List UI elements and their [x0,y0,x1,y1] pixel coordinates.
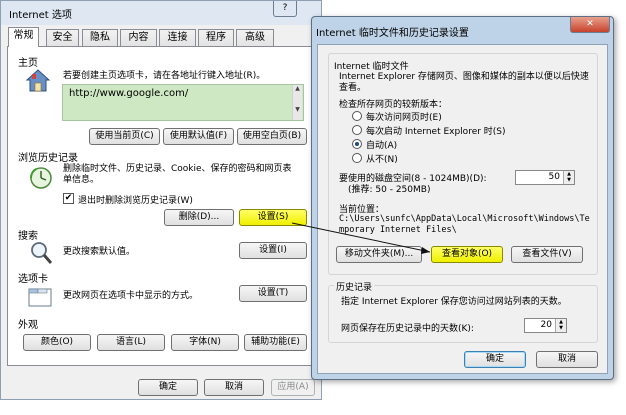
internet-options-window: Internet 选项 ? 常规 安全 隐私 内容 连接 程序 高级 主页 若要… [0,0,322,400]
view-files-button[interactable]: 查看文件(V) [511,246,583,263]
tabs-description: 更改网页在选项卡中显示的方式。 [63,291,199,301]
window-title: Internet 选项 [9,10,72,21]
search-magnifier-icon [28,240,54,266]
dialog-close-button[interactable]: ✕ [570,17,610,33]
history-clock-icon [28,165,54,191]
history-days-label: 网页保存在历史记录中的天数(K): [341,324,474,334]
temp-files-description: Internet Explorer 存储网页、图像和媒体的副本以便以后快速查看。 [339,72,589,93]
options-cancel-button[interactable]: 取消 [204,379,264,396]
use-blank-button[interactable]: 使用空白页(B) [237,128,307,145]
current-location-path: C:\Users\sunfc\AppData\Local\Microsoft\W… [339,214,590,235]
home-page-url-value: http://www.google.com/ [69,88,189,99]
tabs-window-icon [27,284,53,310]
use-default-button[interactable]: 使用默认值(F) [163,128,234,145]
home-section-title: 主页 [18,58,38,69]
fonts-button[interactable]: 字体(N) [171,334,239,351]
history-section-title: 浏览历史记录 [18,153,78,164]
tab-advanced[interactable]: 高级 [236,29,274,46]
home-description: 若要创建主页选项卡，请在各地址行键入地址(R)。 [63,71,266,81]
tabs-settings-button[interactable]: 设置(T) [239,285,307,302]
tabs-section-title: 选项卡 [18,274,48,285]
options-apply-button[interactable]: 应用(A) [271,379,315,396]
history-days-description: 指定 Internet Explorer 保存您访问过网站列表的天数。 [341,297,567,307]
tab-content[interactable]: 内容 [120,29,157,46]
radio-every-start-label: 每次启动 Internet Explorer 时(S) [366,127,506,137]
use-current-button[interactable]: 使用当前页(C) [89,128,160,145]
home-icon [25,68,51,94]
radio-every-visit[interactable] [352,111,362,121]
disk-space-hint: (推荐: 50 - 250MB) [348,185,431,195]
radio-never-label: 从不(N) [366,155,398,165]
search-description: 更改搜索默认值。 [63,247,136,257]
languages-button[interactable]: 语言(L) [97,334,165,351]
move-folder-button[interactable]: 移动文件夹(M)... [336,246,422,263]
temp-files-group-title: Internet 临时文件 [334,62,409,72]
delete-on-exit-checkbox[interactable]: ✔ [63,193,74,204]
delete-on-exit-label: 退出时删除浏览历史记录(W) [78,196,193,206]
dialog-title: Internet 临时文件和历史记录设置 [316,28,469,39]
help-button[interactable]: ? [273,1,297,17]
dialog-cancel-button[interactable]: 取消 [536,351,598,368]
tab-privacy[interactable]: 隐私 [82,29,118,46]
tab-connections[interactable]: 连接 [159,29,196,46]
view-objects-button[interactable]: 查看对象(O) [431,246,503,263]
radio-automatic-label: 自动(A) [366,141,398,151]
delete-history-button[interactable]: 删除(D)... [164,209,234,226]
appearance-section-title: 外观 [18,320,38,331]
radio-every-visit-label: 每次访问网页时(E) [366,113,442,123]
dialog-client-area: Internet 临时文件 Internet Explorer 存储网页、图像和… [317,44,608,374]
home-page-url-field[interactable]: http://www.google.com/ [62,84,304,121]
temp-files-settings-dialog: Internet 临时文件和历史记录设置 ✕ Internet 临时文件 Int… [311,16,614,380]
radio-automatic[interactable] [352,139,362,149]
tab-security[interactable]: 安全 [46,29,79,46]
tab-general[interactable]: 常规 [8,27,39,47]
spinner-arrows-icon[interactable]: ▲ ▼ [563,171,574,184]
check-versions-label: 检查所存网页的较新版本： [339,100,448,110]
colors-button[interactable]: 颜色(O) [23,334,91,351]
dialog-ok-button[interactable]: 确定 [464,351,526,368]
title-bar: Internet 选项 ? [1,1,321,25]
history-group-title: 历史记录 [334,280,375,293]
home-url-scrollbar[interactable]: ▲ ▼ [292,85,302,120]
search-settings-button[interactable]: 设置(I) [239,242,307,259]
history-settings-button[interactable]: 设置(S) [239,209,307,226]
disk-space-value: 50 [548,172,560,182]
history-days-value: 20 [540,320,552,330]
history-description: 删除临时文件、历史记录、Cookie、保存的密码和网页表单信息。 [63,164,292,185]
options-ok-button[interactable]: 确定 [138,379,198,396]
disk-space-spinner[interactable]: 50 ▲ ▼ [515,170,575,185]
tab-programs[interactable]: 程序 [198,29,234,46]
radio-every-start[interactable] [352,125,362,135]
history-spinner-arrows-icon[interactable]: ▲ ▼ [555,319,566,332]
history-days-spinner[interactable]: 20 ▲ ▼ [524,318,567,333]
radio-never[interactable] [352,153,362,163]
accessibility-button[interactable]: 辅助功能(E) [244,334,307,351]
